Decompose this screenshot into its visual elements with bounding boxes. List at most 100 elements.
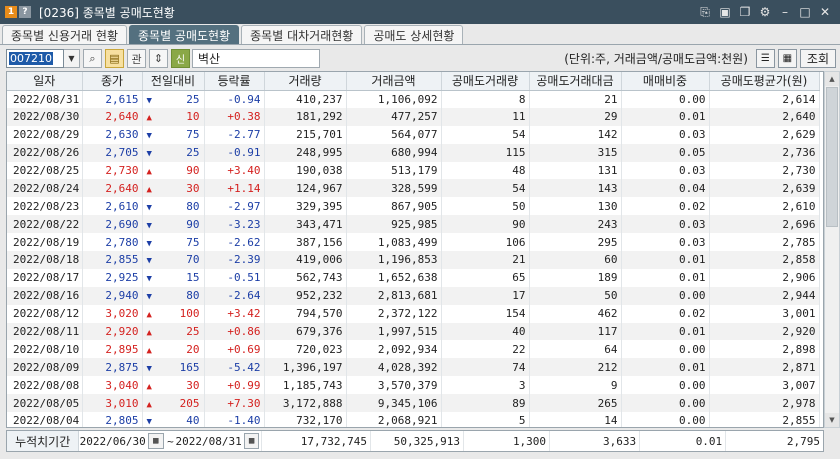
table-row[interactable]: 2022/08/09 2,875 ▼ 165 -5.42 1,396,197 4,028,3… <box>7 358 820 377</box>
shin-badge: 신 <box>171 49 190 68</box>
table-row[interactable]: 2022/08/18 2,855 ▼ 70 -2.39 419,006 1,196,853 2… <box>7 251 820 269</box>
link-icon[interactable]: ⎘ <box>698 5 712 20</box>
table-row[interactable]: 2022/08/30 2,640 ▲ 10 +0.38 181,292 477,257 11 2… <box>7 107 820 126</box>
amount-cell: 564,077 <box>346 125 442 144</box>
gear-icon[interactable]: ⚙ <box>758 5 772 19</box>
table-row[interactable]: 2022/08/19 2,780 ▼ 75 -2.62 387,156 1,083,499 1… <box>7 233 820 252</box>
help-badge[interactable]: ? <box>19 6 31 18</box>
table-row[interactable]: 2022/08/05 3,010 ▲ 205 +7.30 3,172,888 9,345,1… <box>7 394 820 413</box>
short-volume-cell: 48 <box>441 161 530 180</box>
down-arrow-icon: ▼ <box>146 363 152 374</box>
close-cell: 2,855 <box>82 251 143 269</box>
table-row[interactable]: 2022/08/22 2,690 ▼ 90 -3.23 343,471 925,985 90 2… <box>7 215 820 234</box>
col-header[interactable]: 거래금액 <box>346 72 442 91</box>
change-cell: ▲ 205 <box>142 394 205 413</box>
col-header[interactable]: 공매도거래량 <box>441 72 530 91</box>
vertical-scrollbar[interactable]: ▲ ▼ <box>824 71 840 428</box>
change-cell: ▼ 80 <box>142 197 205 216</box>
volume-cell: 124,967 <box>264 179 347 198</box>
change-value: 80 <box>186 199 200 213</box>
change-value: 90 <box>186 217 200 231</box>
amount-cell: 1,997,515 <box>346 322 442 341</box>
tab-credit-trade[interactable]: 종목별 신용거래 현황 <box>2 25 127 44</box>
ratio-cell: 0.05 <box>621 143 710 162</box>
tab-short-selling[interactable]: 종목별 공매도현황 <box>129 25 240 44</box>
up-arrow-icon: ▲ <box>146 399 152 410</box>
date-cell: 2022/08/26 <box>7 143 83 162</box>
table-row[interactable]: 2022/08/12 3,020 ▲ 100 +3.42 794,570 2,372,122… <box>7 304 820 323</box>
close-cell: 2,780 <box>82 233 143 252</box>
change-value: 25 <box>186 92 200 106</box>
up-arrow-icon: ▲ <box>146 184 152 195</box>
stepper-icon[interactable]: ⇕ <box>149 49 168 68</box>
chevron-down-icon[interactable]: ▼ <box>64 49 80 68</box>
change-value: 10 <box>186 110 200 124</box>
tab-lending[interactable]: 종목별 대차거래현황 <box>241 25 363 44</box>
table-row[interactable]: 2022/08/25 2,730 ▲ 90 +3.40 190,038 513,179 48 1… <box>7 161 820 180</box>
to-date-input[interactable]: 2022/08/31 <box>175 435 242 448</box>
close-icon[interactable]: ✕ <box>818 5 832 19</box>
lookup-button[interactable]: 조회 <box>799 49 836 68</box>
stock-code-value: 007210 <box>9 52 53 65</box>
amount-cell: 2,068,921 <box>346 412 442 427</box>
col-header[interactable]: 거래량 <box>264 72 347 91</box>
date-cell: 2022/08/31 <box>7 90 83 108</box>
short-amount-cell: 60 <box>529 251 622 269</box>
stock-code-input[interactable]: 007210 <box>6 49 64 68</box>
window-icon[interactable]: ❐ <box>738 5 752 19</box>
scroll-thumb[interactable] <box>826 87 838 227</box>
volume-cell: 181,292 <box>264 107 347 126</box>
scroll-up-icon[interactable]: ▲ <box>825 72 839 86</box>
short-volume-cell: 65 <box>441 268 530 287</box>
table-row[interactable]: 2022/08/17 2,925 ▼ 15 -0.51 562,743 1,652,638 6… <box>7 268 820 287</box>
table-row[interactable]: 2022/08/04 2,805 ▼ 40 -1.40 732,170 2,068,921 5… <box>7 412 820 427</box>
calendar-icon[interactable]: ▦ <box>147 433 164 449</box>
short-avg-cell: 2,610 <box>709 197 820 216</box>
save-icon[interactable]: ▣ <box>718 5 732 19</box>
close-cell: 2,940 <box>82 286 143 305</box>
table-row[interactable]: 2022/08/24 2,640 ▲ 30 +1.14 124,967 328,599 54 1… <box>7 179 820 198</box>
screen-badge-1[interactable]: 1 <box>5 6 17 18</box>
volume-cell: 562,743 <box>264 268 347 287</box>
ratio-cell: 0.01 <box>621 322 710 341</box>
ratio-cell: 0.01 <box>621 107 710 126</box>
calendar-icon[interactable]: ▦ <box>243 433 260 449</box>
close-cell: 3,020 <box>82 304 143 323</box>
folder-icon[interactable]: ▤ <box>105 49 124 68</box>
from-date-input[interactable]: 2022/06/30 <box>79 435 146 448</box>
excel-icon[interactable]: ▦ <box>777 49 797 68</box>
volume-cell: 190,038 <box>264 161 347 180</box>
up-arrow-icon: ▲ <box>146 381 152 392</box>
amount-cell: 2,372,122 <box>346 304 442 323</box>
tab-short-detail[interactable]: 공매도 상세현황 <box>364 25 464 44</box>
maximize-icon[interactable]: □ <box>798 5 812 19</box>
table-row[interactable]: 2022/08/29 2,630 ▼ 75 -2.77 215,701 564,077 54 1… <box>7 125 820 144</box>
col-header[interactable]: 공매도평균가(원) <box>709 72 820 91</box>
table-row[interactable]: 2022/08/23 2,610 ▼ 80 -2.97 329,395 867,905 50 1… <box>7 197 820 216</box>
col-header[interactable]: 전일대비 <box>142 72 205 91</box>
col-header[interactable]: 종가 <box>82 72 143 91</box>
table-row[interactable]: 2022/08/11 2,920 ▲ 25 +0.86 679,376 1,997,515 4… <box>7 322 820 341</box>
table-row[interactable]: 2022/08/26 2,705 ▼ 25 -0.91 248,995 680,994 115… <box>7 143 820 162</box>
col-header[interactable]: 공매도거래대금 <box>529 72 622 91</box>
table-row[interactable]: 2022/08/16 2,940 ▼ 80 -2.64 952,232 2,813,681 1… <box>7 286 820 305</box>
change-cell: ▼ 90 <box>142 215 205 234</box>
short-amount-cell: 21 <box>529 90 622 108</box>
amount-cell: 328,599 <box>346 179 442 198</box>
scroll-down-icon[interactable]: ▼ <box>825 413 839 427</box>
col-header[interactable]: 일자 <box>7 72 83 91</box>
table-row[interactable]: 2022/08/08 3,040 ▲ 30 +0.99 1,185,743 3,570,37… <box>7 376 820 395</box>
minimize-icon[interactable]: – <box>778 5 792 19</box>
volume-cell: 679,376 <box>264 322 347 341</box>
col-header[interactable]: 매매비중 <box>621 72 710 91</box>
table-row[interactable]: 2022/08/10 2,895 ▲ 20 +0.69 720,023 2,092,934 2… <box>7 340 820 359</box>
ratio-cell: 0.00 <box>621 376 710 395</box>
col-header[interactable]: 등락률 <box>204 72 265 91</box>
date-cell: 2022/08/11 <box>7 322 83 341</box>
down-arrow-icon: ▼ <box>146 274 152 285</box>
search-icon[interactable]: ⌕ <box>83 49 102 68</box>
list-icon[interactable]: ☰ <box>755 49 775 68</box>
table-row[interactable]: 2022/08/31 2,615 ▼ 25 -0.94 410,237 1,106,092 8… <box>7 90 820 108</box>
gwan-button[interactable]: 관 <box>127 49 146 68</box>
rate-cell: -0.91 <box>204 143 265 162</box>
